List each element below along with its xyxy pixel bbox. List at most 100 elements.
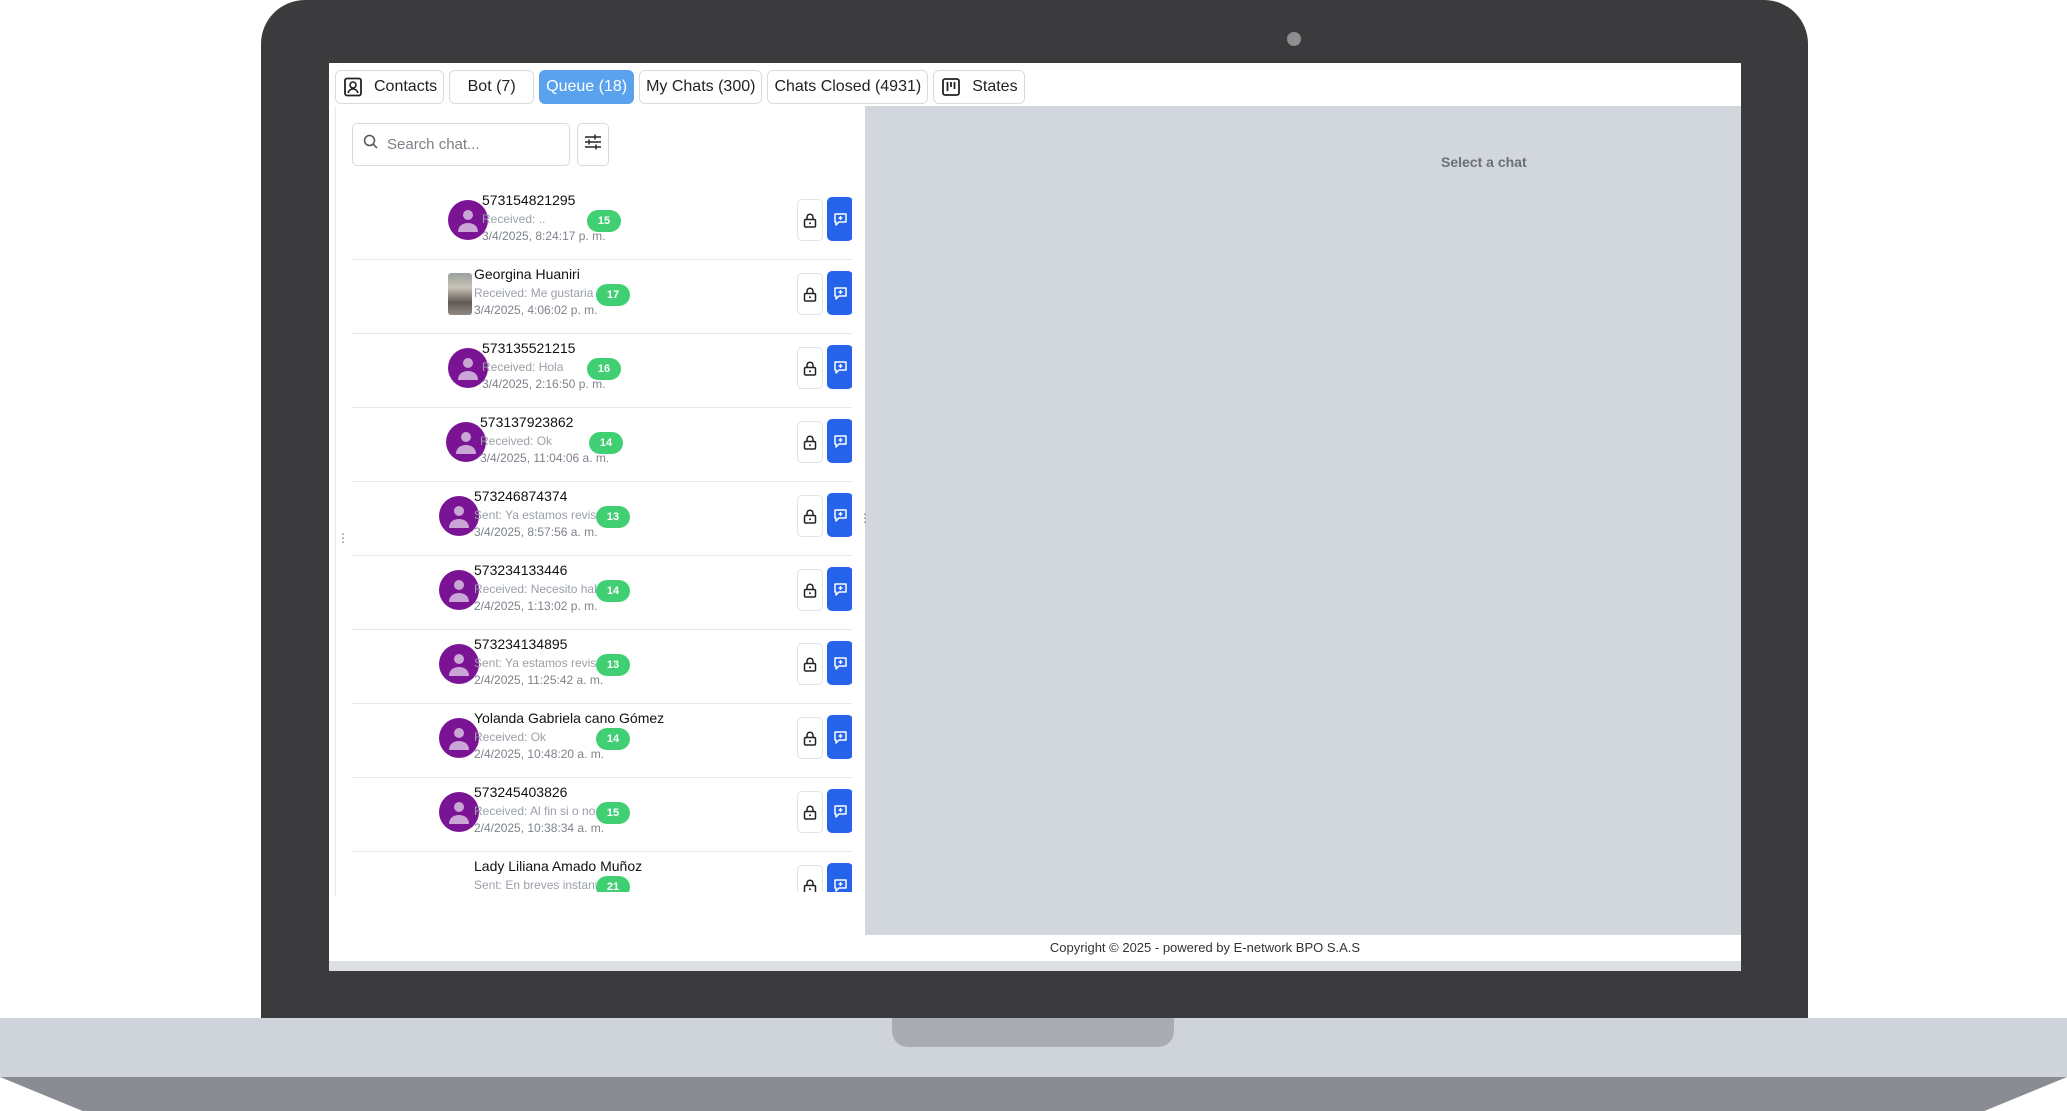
avatar-photo [448, 273, 472, 315]
resize-handle[interactable]: ⋮ [337, 531, 349, 545]
lock-button[interactable] [797, 273, 823, 315]
tab-contacts[interactable]: Contacts [335, 70, 445, 104]
open-chat-button[interactable] [827, 493, 852, 537]
tab-label: States [972, 78, 1018, 95]
avatar [439, 570, 479, 610]
message-plus-icon [833, 286, 848, 301]
lock-button[interactable] [797, 421, 823, 463]
open-chat-button[interactable] [827, 197, 852, 241]
lock-icon [803, 361, 817, 376]
message-preview: Received: Me gustaria sabe [474, 286, 596, 300]
lock-button[interactable] [797, 495, 823, 537]
lock-button[interactable] [797, 569, 823, 611]
message-date: 3/4/2025, 11:04:06 a. m. [480, 451, 610, 465]
message-plus-icon [833, 582, 848, 597]
unread-count-badge: 13 [596, 654, 630, 676]
search-input[interactable] [387, 136, 557, 153]
tab-chats-closed[interactable]: Chats Closed (4931) [767, 70, 929, 104]
lock-icon [803, 435, 817, 450]
open-chat-button[interactable] [827, 789, 852, 833]
chat-list-item[interactable]: 573245403826 Received: Al fin si o no se … [352, 778, 852, 852]
camera-dot [1287, 32, 1301, 46]
unread-count-badge: 21 [596, 876, 630, 892]
laptop-notch [892, 1018, 1174, 1047]
panel-resize-handle[interactable]: ⋮ [859, 511, 871, 525]
open-chat-button[interactable] [827, 419, 852, 463]
footer: Copyright © 2025 - powered by E-network … [1049, 940, 1361, 955]
chat-list-item[interactable]: 573135521215 Received: Hola 3/4/2025, 2:16… [352, 334, 852, 408]
lock-button[interactable] [797, 347, 823, 389]
search-box [352, 123, 570, 166]
user-icon [457, 208, 479, 232]
unread-count-badge: 14 [596, 580, 630, 602]
chat-list-item[interactable]: Georgina Huaniri Received: Me gustaria sa… [352, 260, 852, 334]
lock-button[interactable] [797, 643, 823, 685]
user-icon [448, 800, 470, 824]
lock-icon [803, 287, 817, 302]
message-plus-icon [833, 434, 848, 449]
filter-button[interactable] [577, 123, 609, 166]
tab-bot[interactable]: Bot (7) [449, 70, 535, 104]
message-plus-icon [833, 878, 848, 893]
message-preview: Received: Ok [480, 434, 553, 448]
chat-list-item[interactable]: 573234134895 Sent: Ya estamos revisando 2/… [352, 630, 852, 704]
user-icon [448, 726, 470, 750]
empty-state-text: Select a chat [1441, 154, 1527, 170]
chat-view: Select a chat [865, 106, 1741, 935]
open-chat-button[interactable] [827, 863, 852, 892]
open-chat-button[interactable] [827, 715, 852, 759]
chat-list-item[interactable]: Yolanda Gabriela cano Gómez Received: Ok 2… [352, 704, 852, 778]
contacts-icon [342, 76, 364, 98]
message-date: 2/4/2025, 11:25:42 a. m. [474, 673, 604, 687]
lock-button[interactable] [797, 791, 823, 833]
tab-label: Queue (18) [546, 78, 628, 95]
user-icon [455, 430, 477, 454]
tab-queue[interactable]: Queue (18) [539, 70, 635, 104]
lock-icon [803, 213, 817, 228]
tab-states[interactable]: States [933, 70, 1025, 104]
lock-button[interactable] [797, 717, 823, 759]
open-chat-button[interactable] [827, 271, 852, 315]
tab-label: Chats Closed (4931) [774, 78, 922, 95]
chat-list-item[interactable]: 573234133446 Received: Necesito hablar c 2… [352, 556, 852, 630]
chat-list-item[interactable]: Lady Liliana Amado Muñoz Sent: En breves … [352, 852, 852, 892]
message-plus-icon [833, 508, 848, 523]
app-screen: Contacts Bot (7) Queue (18) My Chats (30… [329, 63, 1741, 971]
message-preview: Received: Necesito hablar c [474, 582, 596, 596]
message-date: 3/4/2025, 4:06:02 p. m. [474, 303, 598, 317]
chat-list-item[interactable]: 573154821295 Received: .. 3/4/2025, 8:24:1… [352, 186, 852, 260]
contact-name: Georgina Huaniri [474, 266, 580, 282]
avatar [439, 496, 479, 536]
message-preview: Sent: Ya estamos revisando [474, 656, 596, 670]
message-date: 2/4/2025, 10:48:20 a. m. [474, 747, 605, 761]
message-preview: Sent: En breves instantes u [474, 878, 596, 892]
unread-count-badge: 15 [587, 210, 621, 232]
chat-list-item[interactable]: 573246874374 Sent: Ya estamos revisando 3/… [352, 482, 852, 556]
message-plus-icon [833, 360, 848, 375]
open-chat-button[interactable] [827, 345, 852, 389]
open-chat-button[interactable] [827, 567, 852, 611]
open-chat-button[interactable] [827, 641, 852, 685]
unread-count-badge: 16 [587, 358, 621, 380]
contact-name: 573234134895 [474, 636, 568, 652]
unread-count-badge: 13 [596, 506, 630, 528]
lock-button[interactable] [797, 199, 823, 241]
lock-icon [803, 805, 817, 820]
message-date: 3/4/2025, 2:16:50 p. m. [482, 377, 606, 391]
tab-my-chats[interactable]: My Chats (300) [639, 70, 763, 104]
laptop-base-edge [0, 1077, 2067, 1111]
chat-list-item[interactable]: 573137923862 Received: Ok 3/4/2025, 11:04:… [352, 408, 852, 482]
unread-count-badge: 17 [596, 284, 630, 306]
contact-name: Lady Liliana Amado Muñoz [474, 858, 643, 874]
contact-name: 573246874374 [474, 488, 568, 504]
user-icon [448, 652, 470, 676]
avatar [439, 866, 479, 892]
contact-name: 573137923862 [480, 414, 574, 430]
message-date: 3/4/2025, 8:24:17 p. m. [482, 229, 606, 243]
lock-button[interactable] [797, 865, 823, 892]
avatar [439, 718, 479, 758]
tab-label: Bot (7) [467, 78, 516, 95]
chat-list: 573154821295 Received: .. 3/4/2025, 8:24:1… [352, 186, 852, 892]
avatar [439, 792, 479, 832]
chat-list-panel: 573154821295 Received: .. 3/4/2025, 8:24:1… [335, 106, 868, 896]
